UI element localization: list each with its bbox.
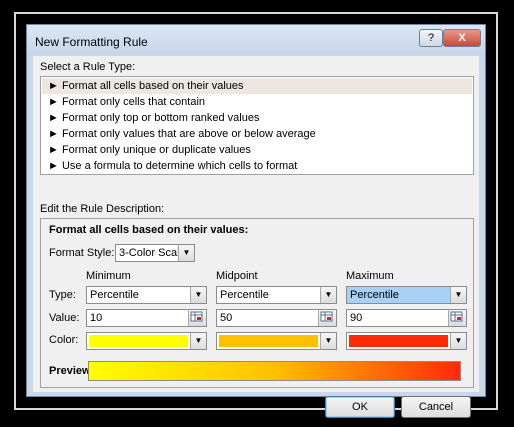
minimum-value: 10 (90, 312, 103, 324)
cancel-button[interactable]: Cancel (401, 396, 471, 418)
bullet-icon: ► (48, 160, 59, 172)
chevron-down-icon[interactable]: ▼ (190, 333, 206, 349)
chevron-down-icon[interactable]: ▼ (320, 333, 336, 349)
bullet-icon: ► (48, 96, 59, 108)
cell-reference-icon[interactable] (448, 310, 466, 326)
dialog-body: Select a Rule Type: ► Format all cells b… (33, 56, 479, 418)
chevron-down-icon[interactable]: ▼ (190, 287, 206, 303)
rule-type-label: Format only unique or duplicate values (61, 144, 251, 156)
maximum-header: Maximum (346, 270, 394, 282)
color-scale-preview (88, 361, 461, 381)
rule-type-item-formula[interactable]: ► Use a formula to determine which cells… (42, 158, 472, 174)
midpoint-color-swatch (219, 335, 318, 347)
maximum-value: 90 (350, 312, 363, 324)
midpoint-type-value: Percentile (220, 289, 269, 301)
value-row-label: Value: (49, 312, 80, 324)
midpoint-color-picker[interactable]: ▼ (216, 332, 337, 350)
rule-type-label: Format all cells based on their values (61, 80, 244, 92)
minimum-color-swatch (89, 335, 188, 347)
bullet-icon: ► (48, 128, 59, 140)
edit-rule-description-label: Edit the Rule Description: (40, 203, 165, 215)
window-title: New Formatting Rule (35, 35, 148, 49)
rule-type-label: Format only top or bottom ranked values (61, 112, 260, 124)
chevron-down-icon[interactable]: ▼ (178, 245, 194, 261)
minimum-type-select[interactable]: Percentile ▼ (86, 286, 207, 304)
color-row-label: Color: (49, 334, 79, 346)
format-style-label: Format Style: (49, 247, 115, 259)
minimum-header: Minimum (86, 270, 131, 282)
bullet-icon: ► (48, 144, 59, 156)
help-button[interactable]: ? (419, 29, 443, 47)
select-rule-type-label: Select a Rule Type: (40, 61, 136, 73)
maximum-color-picker[interactable]: ▼ (346, 332, 467, 350)
rule-type-label: Format only values that are above or bel… (61, 128, 316, 140)
new-formatting-rule-dialog: New Formatting Rule ? X Select a Rule Ty… (26, 24, 486, 418)
rule-type-label: Use a formula to determine which cells t… (61, 160, 298, 172)
maximum-color-swatch (349, 335, 448, 347)
rule-type-list: ► Format all cells based on their values… (40, 76, 474, 175)
bullet-icon: ► (48, 112, 59, 124)
cell-reference-icon[interactable] (188, 310, 206, 326)
maximum-type-value: Percentile (350, 289, 399, 301)
rule-description-panel: Format all cells based on their values: … (40, 218, 474, 388)
rule-type-item-top-bottom[interactable]: ► Format only top or bottom ranked value… (42, 110, 472, 126)
midpoint-header: Midpoint (216, 270, 258, 282)
maximum-value-input[interactable]: 90 (346, 309, 467, 327)
close-button[interactable]: X (443, 29, 481, 47)
rule-type-item-unique-duplicate[interactable]: ► Format only unique or duplicate values (42, 142, 472, 158)
bullet-icon: ► (48, 80, 59, 92)
type-row-label: Type: (49, 289, 76, 301)
minimum-color-picker[interactable]: ▼ (86, 332, 207, 350)
ok-button[interactable]: OK (325, 396, 395, 418)
midpoint-value: 50 (220, 312, 233, 324)
cell-reference-icon[interactable] (318, 310, 336, 326)
format-style-value: 3-Color Scale (119, 247, 186, 259)
midpoint-type-select[interactable]: Percentile ▼ (216, 286, 337, 304)
minimum-value-input[interactable]: 10 (86, 309, 207, 327)
format-style-select[interactable]: 3-Color Scale ▼ (115, 244, 195, 262)
rule-type-item-cells-contain[interactable]: ► Format only cells that contain (42, 94, 472, 110)
chevron-down-icon[interactable]: ▼ (450, 333, 466, 349)
chevron-down-icon[interactable]: ▼ (320, 287, 336, 303)
maximum-type-select[interactable]: Percentile ▼ (346, 286, 467, 304)
rule-type-item-all-cells[interactable]: ► Format all cells based on their values (42, 78, 472, 94)
rule-type-item-above-below-average[interactable]: ► Format only values that are above or b… (42, 126, 472, 142)
rule-type-label: Format only cells that contain (61, 96, 206, 108)
chevron-down-icon[interactable]: ▼ (450, 287, 466, 303)
midpoint-value-input[interactable]: 50 (216, 309, 337, 327)
title-bar: New Formatting Rule ? X (27, 25, 485, 55)
minimum-type-value: Percentile (90, 289, 139, 301)
description-heading: Format all cells based on their values: (49, 224, 249, 236)
